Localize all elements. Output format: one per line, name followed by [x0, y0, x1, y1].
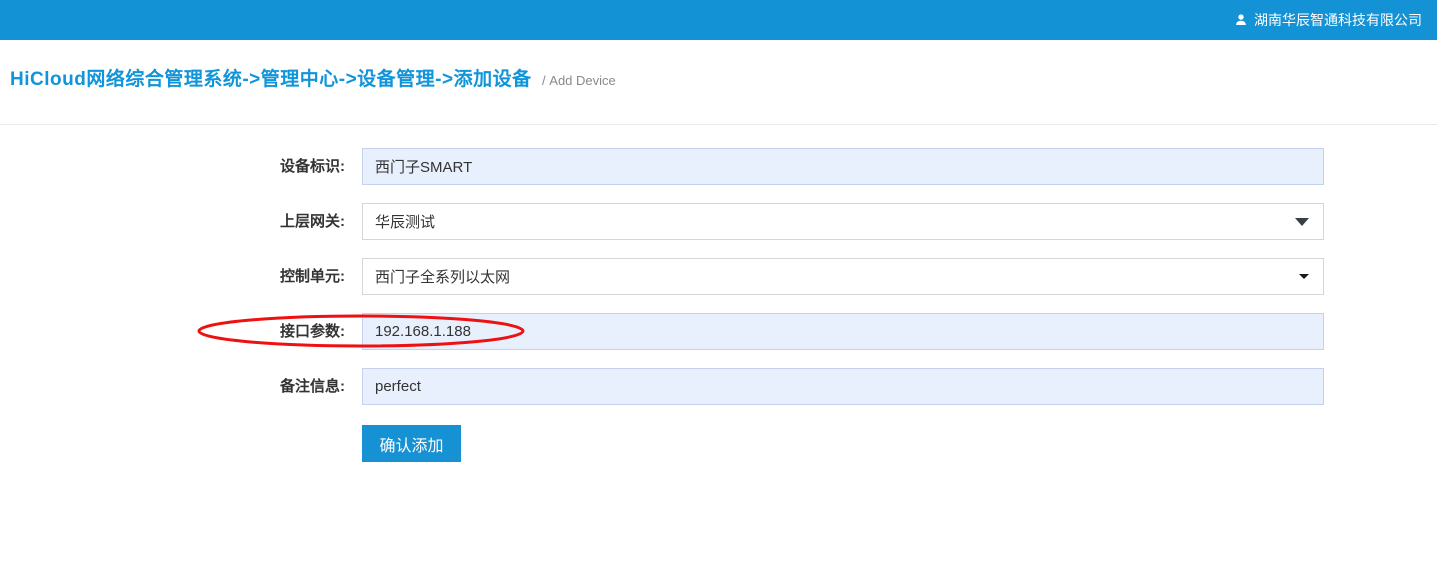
- chevron-down-icon: [1299, 274, 1309, 279]
- form-row-upper-gateway: 上层网关: 华辰测试: [0, 203, 1437, 240]
- chevron-down-icon: [1295, 218, 1309, 226]
- add-device-form: 设备标识: 上层网关: 华辰测试 控制单元: 西门子全系列以太网 接口参数: 备…: [0, 148, 1437, 462]
- remarks-input[interactable]: [362, 368, 1324, 405]
- form-row-remarks: 备注信息:: [0, 368, 1437, 405]
- form-row-control-unit: 控制单元: 西门子全系列以太网: [0, 258, 1437, 295]
- submit-row: 确认添加: [362, 425, 1437, 462]
- control-unit-label: 控制单元:: [0, 258, 362, 295]
- form-row-interface-params: 接口参数:: [0, 313, 1437, 350]
- form-row-device-id: 设备标识:: [0, 148, 1437, 185]
- remarks-label: 备注信息:: [0, 368, 362, 405]
- company-account[interactable]: 湖南华辰智通科技有限公司: [1234, 10, 1422, 30]
- device-id-input[interactable]: [362, 148, 1324, 185]
- company-name: 湖南华辰智通科技有限公司: [1254, 10, 1422, 30]
- breadcrumb: HiCloud网络综合管理系统->管理中心->设备管理->添加设备 / Add …: [0, 40, 1437, 125]
- breadcrumb-path[interactable]: HiCloud网络综合管理系统->管理中心->设备管理->添加设备: [10, 69, 532, 90]
- breadcrumb-subtitle: / Add Device: [542, 73, 616, 88]
- confirm-add-button[interactable]: 确认添加: [362, 425, 461, 462]
- control-unit-selected-value: 西门子全系列以太网: [375, 266, 510, 287]
- control-unit-select[interactable]: 西门子全系列以太网: [362, 258, 1324, 295]
- upper-gateway-select[interactable]: 华辰测试: [362, 203, 1324, 240]
- interface-params-label: 接口参数:: [0, 313, 362, 350]
- user-icon: [1234, 13, 1248, 27]
- top-header-bar: 湖南华辰智通科技有限公司: [0, 0, 1437, 40]
- upper-gateway-label: 上层网关:: [0, 203, 362, 240]
- device-id-label: 设备标识:: [0, 148, 362, 185]
- interface-params-input[interactable]: [362, 313, 1324, 350]
- upper-gateway-selected-value: 华辰测试: [375, 211, 435, 232]
